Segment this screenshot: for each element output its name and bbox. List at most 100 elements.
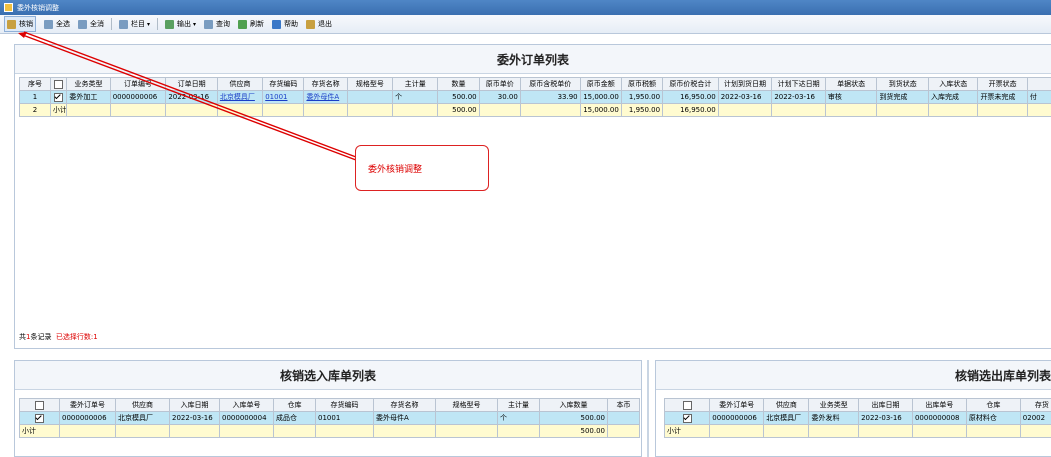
column-header[interactable]: 单据状态 (824, 77, 878, 91)
table-cell[interactable]: 委外加工 (66, 90, 111, 104)
toolbar-button-6[interactable]: 刷新 (238, 17, 264, 31)
chevron-down-icon[interactable]: ▾ (147, 21, 150, 28)
column-header[interactable] (19, 398, 60, 412)
table-cell[interactable]: 01001 (262, 90, 305, 104)
table-cell[interactable]: 委外母件A (373, 411, 436, 425)
table-cell[interactable]: 0000000008 (911, 411, 967, 425)
row-checkbox[interactable] (35, 400, 44, 410)
table-cell[interactable]: 33.90 (519, 90, 581, 104)
column-header[interactable]: 到货状态 (876, 77, 929, 91)
column-header[interactable]: 存货编码 (262, 77, 305, 91)
row-checkbox[interactable] (35, 413, 44, 423)
table-cell[interactable]: 2022-03-16 (858, 411, 913, 425)
column-header[interactable] (1026, 77, 1051, 91)
toolbar-button-4[interactable]: 输出 ▾ (165, 17, 196, 31)
column-header[interactable]: 存货名称 (303, 77, 348, 91)
table-cell[interactable] (663, 411, 711, 425)
table-row[interactable]: 0000000006 北京模具厂 2022-03-16 0000000004 成品仓 01… (19, 411, 640, 425)
column-header[interactable]: 入库单号 (219, 398, 274, 412)
column-header[interactable]: 入库数量 (539, 398, 608, 412)
toolbar-button-8[interactable]: 退出 (306, 17, 332, 31)
row-checkbox[interactable] (54, 79, 64, 89)
column-header[interactable]: 仓库 (965, 398, 1021, 412)
table-cell[interactable]: 2022-03-16 (717, 90, 773, 104)
table-row[interactable]: 1 委外加工 0000000006 2022-03-16 北京模具厂 01001 委外母件A… (19, 90, 1051, 104)
column-header[interactable]: 主计量 (497, 398, 540, 412)
toolbar-button-3[interactable]: 栏目 ▾ (119, 17, 150, 31)
column-header[interactable]: 原币单价 (478, 77, 521, 91)
table-row[interactable]: 0000000006 北京模具厂 委外发料 2022-03-16 0000000008 原… (663, 411, 1051, 425)
table-cell[interactable]: 0000000006 (59, 411, 116, 425)
column-header[interactable]: 委外订单号 (709, 398, 765, 412)
column-header[interactable]: 原币含税单价 (519, 77, 581, 91)
table-cell[interactable]: 0000000004 (219, 411, 274, 425)
toolbar-button-7[interactable]: 帮助 (272, 17, 298, 31)
column-header[interactable]: 计划下达日期 (771, 77, 826, 91)
column-header[interactable]: 开票状态 (977, 77, 1028, 91)
column-header[interactable]: 供应商 (216, 77, 264, 91)
column-header[interactable]: 计划到货日期 (717, 77, 773, 91)
column-header[interactable]: 供应商 (115, 398, 170, 412)
table-cell[interactable]: 16,950.00 (662, 90, 719, 104)
table-cell[interactable]: 01001 (315, 411, 374, 425)
column-header[interactable]: 出库单号 (911, 398, 967, 412)
table-cell[interactable]: 30.00 (478, 90, 521, 104)
table-cell[interactable]: 2022-03-16 (169, 411, 220, 425)
column-header[interactable]: 出库日期 (858, 398, 913, 412)
column-header[interactable]: 本币 (607, 398, 640, 412)
column-header[interactable]: 业务类型 (66, 77, 111, 91)
chevron-down-icon[interactable]: ▾ (193, 21, 196, 28)
table-cell[interactable]: 开票未完成 (977, 90, 1028, 104)
column-header[interactable]: 序号 (19, 77, 51, 91)
toolbar-button-2[interactable]: 全消 (78, 17, 104, 31)
table-cell[interactable]: 1,950.00 (620, 90, 664, 104)
column-header[interactable]: 数量 (437, 77, 480, 91)
table-cell[interactable] (19, 411, 60, 425)
table-cell[interactable]: 1 (19, 90, 51, 104)
toolbar-button-5[interactable]: 查询 (204, 17, 230, 31)
table-cell[interactable]: 审核 (824, 90, 878, 104)
column-header[interactable]: 规格型号 (346, 77, 394, 91)
column-header[interactable]: 存货 (1019, 398, 1051, 412)
table-cell[interactable]: 15,000.00 (579, 90, 622, 104)
table-cell[interactable]: 付 (1026, 90, 1051, 104)
panel-divider[interactable] (647, 360, 649, 457)
table-cell[interactable]: 个 (392, 90, 439, 104)
table-cell[interactable]: 北京模具厂 (115, 411, 170, 425)
toolbar-button-0[interactable]: 核销 (4, 16, 36, 32)
table-cell[interactable]: 个 (497, 411, 540, 425)
table-cell[interactable] (435, 411, 498, 425)
table-cell[interactable]: 入库完成 (927, 90, 979, 104)
table-cell[interactable]: 委外母件A (303, 90, 348, 104)
column-header[interactable]: 原币税额 (620, 77, 664, 91)
row-checkbox[interactable] (54, 92, 64, 102)
table-cell[interactable]: 成品仓 (273, 411, 316, 425)
toolbar-button-1[interactable]: 全选 (44, 17, 70, 31)
cell-text[interactable]: 01001 (265, 93, 287, 101)
table-cell[interactable]: 原材料仓 (965, 411, 1021, 425)
table-cell[interactable]: 到货完成 (876, 90, 929, 104)
column-header[interactable]: 存货名称 (373, 398, 436, 412)
table-cell[interactable]: 北京模具厂 (763, 411, 810, 425)
table-cell[interactable] (49, 90, 68, 104)
column-header[interactable]: 仓库 (273, 398, 316, 412)
table-cell[interactable]: 0000000006 (709, 411, 765, 425)
cell-text[interactable]: 委外母件A (306, 93, 339, 101)
row-checkbox[interactable] (682, 413, 692, 423)
table-cell[interactable]: 委外发料 (808, 411, 860, 425)
column-header[interactable] (663, 398, 711, 412)
column-header[interactable]: 入库状态 (927, 77, 979, 91)
table-cell[interactable]: 500.00 (437, 90, 480, 104)
column-header[interactable]: 订单编号 (109, 77, 167, 91)
column-header[interactable]: 主计量 (392, 77, 439, 91)
column-header[interactable]: 委外订单号 (59, 398, 116, 412)
column-header[interactable]: 原币价税合计 (662, 77, 719, 91)
column-header[interactable]: 规格型号 (435, 398, 498, 412)
table-cell[interactable]: 2022-03-16 (771, 90, 826, 104)
table-cell[interactable]: 500.00 (539, 411, 608, 425)
table-cell[interactable]: 0000000006 (109, 90, 167, 104)
table-cell[interactable]: 2022-03-16 (165, 90, 218, 104)
table-cell[interactable] (346, 90, 394, 104)
column-header[interactable] (49, 77, 68, 91)
cell-text[interactable]: 北京模具厂 (220, 93, 255, 101)
